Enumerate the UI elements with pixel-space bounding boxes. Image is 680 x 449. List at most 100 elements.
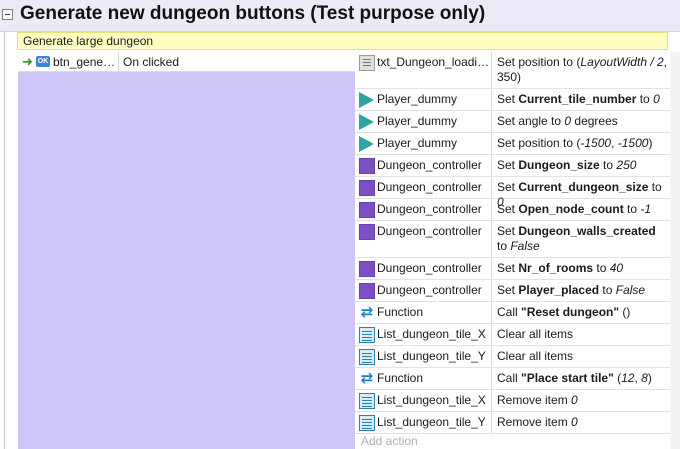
action-text[interactable]: Set angle to 0 degrees xyxy=(497,114,669,129)
add-action-link[interactable]: Add action xyxy=(361,434,418,448)
action-object-name: Dungeon_controller xyxy=(377,261,482,275)
action-divider xyxy=(491,52,492,88)
condition-divider xyxy=(118,52,119,72)
action-object-cell[interactable]: txt_Dungeon_loading xyxy=(359,52,491,88)
action-text-part: -1 xyxy=(640,202,652,216)
action-row[interactable]: Dungeon_controller Set Open_node_count to… xyxy=(355,199,670,221)
action-object-cell[interactable]: Dungeon_controller xyxy=(359,258,491,279)
action-row[interactable]: List_dungeon_tile_Y Clear all items xyxy=(355,346,670,368)
action-object-name: List_dungeon_tile_Y xyxy=(377,415,486,429)
action-row[interactable]: ⇄ Function Call "Place start tile" (12, 8) xyxy=(355,368,670,390)
condition-object[interactable]: btn_generate_large xyxy=(53,55,117,69)
action-divider xyxy=(491,390,492,411)
action-text-part: -1500 xyxy=(617,136,649,150)
action-object-cell[interactable]: List_dungeon_tile_X xyxy=(359,324,491,345)
right-margin xyxy=(670,52,680,449)
action-text-part: ) xyxy=(647,371,652,385)
action-object-cell[interactable]: Dungeon_controller xyxy=(359,155,491,176)
action-text-part: Set xyxy=(497,202,519,216)
action-divider xyxy=(491,111,492,132)
action-text[interactable]: Remove item 0 xyxy=(497,393,669,408)
action-text[interactable]: Set Nr_of_rooms to 40 xyxy=(497,261,669,276)
action-divider xyxy=(491,346,492,367)
action-divider xyxy=(491,221,492,257)
action-row[interactable]: Dungeon_controller Set Nr_of_rooms to 40 xyxy=(355,258,670,280)
action-text-part: to xyxy=(636,92,654,106)
action-divider xyxy=(491,133,492,154)
trigger-arrow-icon: ➜ xyxy=(22,54,33,69)
array-icon xyxy=(359,327,375,343)
action-text-part: Set angle to xyxy=(497,114,565,128)
group-title: Generate new dungeon buttons (Test purpo… xyxy=(20,3,486,24)
action-object-cell[interactable]: List_dungeon_tile_X xyxy=(359,390,491,411)
action-object-name: Dungeon_controller xyxy=(377,180,482,194)
action-object-cell[interactable]: ⇄ Function xyxy=(359,368,491,389)
action-row[interactable]: Dungeon_controller Set Player_placed to F… xyxy=(355,280,670,302)
action-divider xyxy=(491,412,492,433)
condition-row[interactable]: ➜ OK btn_generate_large On clicked xyxy=(18,52,355,72)
action-text[interactable]: Remove item 0 xyxy=(497,415,669,430)
action-row[interactable]: List_dungeon_tile_X Remove item 0 xyxy=(355,390,670,412)
action-text[interactable]: Set Open_node_count to -1 xyxy=(497,202,669,217)
action-text[interactable]: Set position to (LayoutWidth / 2, 350) xyxy=(497,55,669,85)
action-text[interactable]: Set position to (-1500, -1500) xyxy=(497,136,669,151)
action-object-cell[interactable]: Dungeon_controller xyxy=(359,221,491,257)
group-tree-line xyxy=(4,31,5,449)
condition-text[interactable]: On clicked xyxy=(123,55,179,69)
action-object-cell[interactable]: Dungeon_controller xyxy=(359,177,491,198)
action-text-part: to xyxy=(599,158,617,172)
action-text-part: "Reset dungeon" xyxy=(521,305,620,319)
action-row[interactable]: Player_dummy Set position to (-1500, -150… xyxy=(355,133,670,155)
collapse-toggle[interactable] xyxy=(2,9,13,20)
action-object-cell[interactable]: List_dungeon_tile_Y xyxy=(359,412,491,433)
action-object-name: Dungeon_controller xyxy=(377,202,482,216)
action-object-cell[interactable]: Dungeon_controller xyxy=(359,199,491,220)
action-text-part: to xyxy=(497,239,511,253)
action-text-part: Player_placed xyxy=(518,283,600,297)
action-text-part: 12 xyxy=(621,371,635,385)
action-text-part: Set xyxy=(497,283,519,297)
event-block[interactable] xyxy=(18,52,355,449)
action-text-part: Set xyxy=(497,224,519,238)
action-object-cell[interactable]: Dungeon_controller xyxy=(359,280,491,301)
action-text[interactable]: Set Player_placed to False xyxy=(497,283,669,298)
action-row[interactable]: Dungeon_controller Set Current_dungeon_si… xyxy=(355,177,670,209)
action-object-cell[interactable]: ⇄ Function xyxy=(359,302,491,323)
purple-square-icon xyxy=(359,158,375,174)
action-row[interactable]: Player_dummy Set angle to 0 degrees xyxy=(355,111,670,133)
group-header[interactable]: Generate new dungeon buttons (Test purpo… xyxy=(0,0,680,32)
action-text[interactable]: Call "Reset dungeon" () xyxy=(497,305,669,320)
action-text[interactable]: Clear all items xyxy=(497,349,669,364)
action-text[interactable]: Clear all items xyxy=(497,327,669,342)
action-object-cell[interactable]: Player_dummy xyxy=(359,133,491,154)
purple-square-icon xyxy=(359,224,375,240)
action-object-cell[interactable]: Player_dummy xyxy=(359,89,491,110)
action-divider xyxy=(491,199,492,220)
purple-square-icon xyxy=(359,202,375,218)
action-row[interactable]: Player_dummy Set Current_tile_number to 0 xyxy=(355,89,670,111)
action-text[interactable]: Set Current_tile_number to 0 xyxy=(497,92,669,107)
purple-square-icon xyxy=(359,261,375,277)
text-object-icon xyxy=(359,55,375,71)
function-icon: ⇄ xyxy=(360,304,374,321)
purple-square-icon xyxy=(359,283,375,299)
action-object-cell[interactable]: List_dungeon_tile_Y xyxy=(359,346,491,367)
action-row[interactable]: Dungeon_controller Set Dungeon_size to 25… xyxy=(355,155,670,177)
action-row[interactable]: List_dungeon_tile_X Clear all items xyxy=(355,324,670,346)
action-text-part: Remove item xyxy=(497,393,572,407)
action-divider xyxy=(491,302,492,323)
action-row[interactable]: ⇄ Function Call "Reset dungeon" () xyxy=(355,302,670,324)
action-object-cell[interactable]: Player_dummy xyxy=(359,111,491,132)
action-row[interactable]: Dungeon_controller Set Dungeon_walls_crea… xyxy=(355,221,670,258)
action-text-part: Current_dungeon_size xyxy=(518,180,649,194)
event-comment[interactable]: Generate large dungeon xyxy=(17,32,668,50)
action-text-part: -1500 xyxy=(580,136,612,150)
action-text[interactable]: Set Dungeon_size to 250 xyxy=(497,158,669,173)
action-object-name: Function xyxy=(377,371,424,385)
action-text[interactable]: Set Dungeon_walls_created to False xyxy=(497,224,669,254)
action-divider xyxy=(491,89,492,110)
action-row[interactable]: txt_Dungeon_loading Set position to (Layo… xyxy=(355,52,670,89)
purple-square-icon xyxy=(359,180,375,196)
action-row[interactable]: List_dungeon_tile_Y Remove item 0 xyxy=(355,412,670,434)
action-text[interactable]: Call "Place start tile" (12, 8) xyxy=(497,371,669,386)
